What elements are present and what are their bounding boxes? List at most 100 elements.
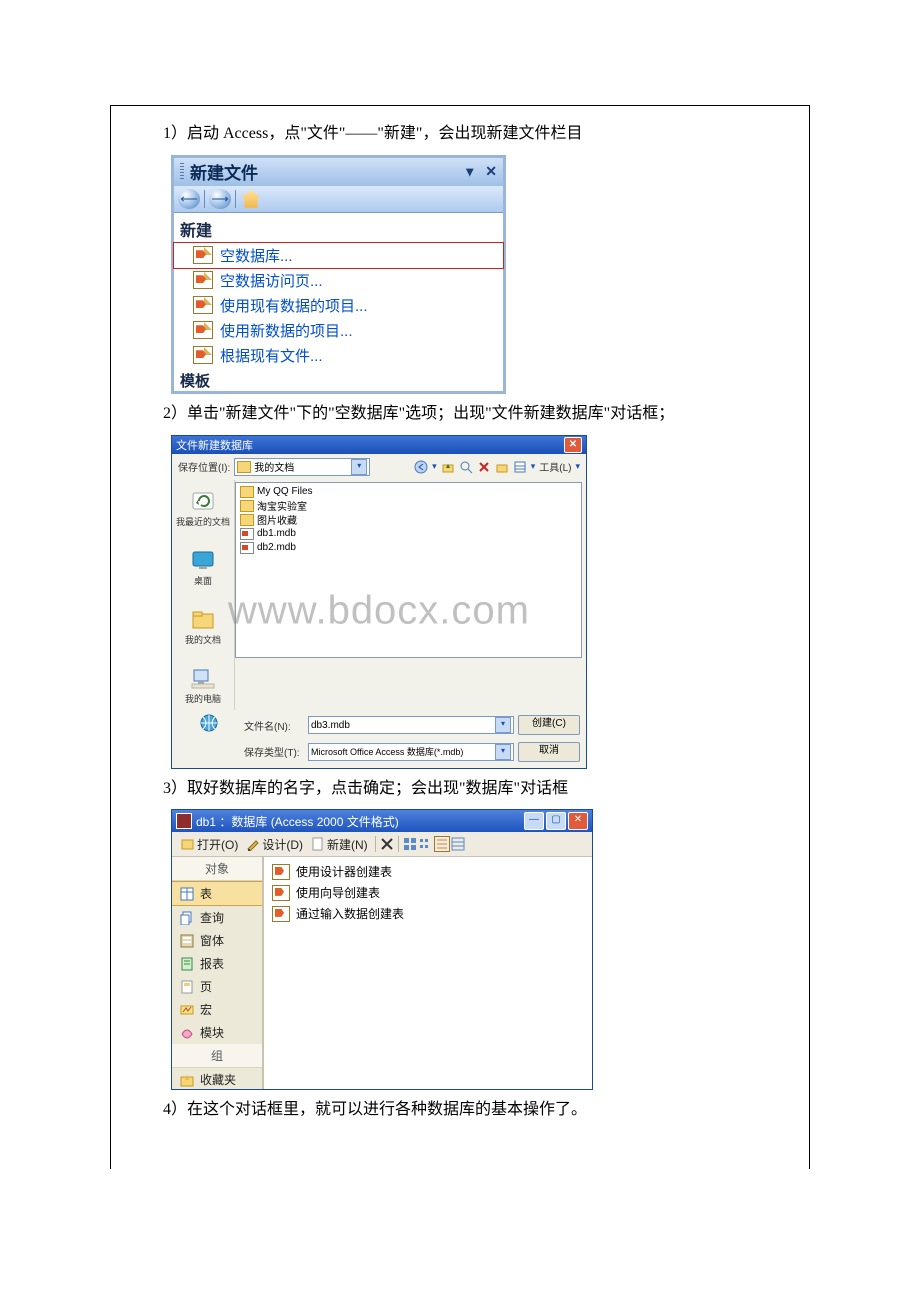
savetype-label: 保存类型(T): <box>244 744 304 759</box>
sidebar-item-favorites[interactable]: 收藏夹 <box>172 1068 262 1091</box>
favorites-icon <box>180 1073 194 1087</box>
list-icon[interactable] <box>435 837 449 851</box>
file-name: db1.mdb <box>257 528 296 539</box>
main-label: 使用向导创建表 <box>296 884 380 901</box>
design-button[interactable]: 设计(D) <box>243 836 306 853</box>
sidebar-item-queries[interactable]: 查询 <box>172 906 262 929</box>
delete-icon[interactable] <box>477 460 491 474</box>
sidebar-label: 报表 <box>200 955 224 972</box>
views-icon[interactable] <box>513 460 527 474</box>
item-from-file[interactable]: 根据现有文件... <box>174 343 503 368</box>
separator-icon <box>204 190 205 208</box>
item-blank-dap[interactable]: 空数据访问页... <box>174 268 503 293</box>
place-label: 桌面 <box>176 574 230 587</box>
minimize-icon[interactable]: — <box>524 812 544 830</box>
chevron-down-icon[interactable]: ▾ <box>495 717 511 733</box>
folder-icon <box>237 461 251 473</box>
new-doc-icon <box>194 272 212 288</box>
up-folder-icon[interactable] <box>441 460 455 474</box>
file-name: My QQ Files <box>257 486 313 497</box>
create-table-entering[interactable]: 通过输入数据创建表 <box>268 903 588 924</box>
file-list[interactable]: My QQ Files 淘宝实验室 图片收藏 db1.mdb db2.mdb <box>235 482 582 658</box>
small-icons-icon[interactable] <box>419 837 433 851</box>
place-mypc[interactable]: 我的电脑 <box>175 661 231 710</box>
home-icon[interactable] <box>240 189 262 209</box>
large-icons-icon[interactable] <box>403 837 417 851</box>
folder-icon <box>240 500 254 512</box>
delete-icon[interactable] <box>380 837 394 851</box>
table-icon <box>180 887 194 901</box>
sidebar-item-reports[interactable]: 报表 <box>172 952 262 975</box>
savetype-combo[interactable]: Microsoft Office Access 数据库(*.mdb) ▾ <box>308 743 514 761</box>
create-button[interactable]: 创建(C) <box>518 715 580 735</box>
chevron-down-icon[interactable]: ▾ <box>495 744 511 760</box>
new-folder-icon[interactable] <box>495 460 509 474</box>
step-1: 1）启动 Access，点"文件"——"新建"，会出现新建文件栏目 <box>131 120 789 149</box>
sidebar-label: 表 <box>200 885 212 902</box>
place-desktop[interactable]: 桌面 <box>175 543 231 592</box>
close-icon[interactable]: ✕ <box>485 163 497 180</box>
separator-icon <box>375 836 376 852</box>
create-table-designer[interactable]: 使用设计器创建表 <box>268 861 588 882</box>
page-icon <box>180 980 194 994</box>
sidebar-item-modules[interactable]: 模块 <box>172 1021 262 1044</box>
filename-input[interactable]: db3.mdb ▾ <box>308 716 514 734</box>
maximize-icon[interactable]: ▢ <box>546 812 566 830</box>
access-icon <box>176 813 192 829</box>
sidebar-head-groups: 组 <box>172 1044 262 1068</box>
place-label: 我的文档 <box>176 633 230 646</box>
design-icon <box>246 837 260 851</box>
file-mdb: db2.mdb <box>240 541 577 555</box>
sidebar-item-forms[interactable]: 窗体 <box>172 929 262 952</box>
shortcut-icon <box>272 906 290 922</box>
place-recent[interactable]: 我最近的文档 <box>175 484 231 533</box>
place-label: 我的电脑 <box>176 692 230 705</box>
file-mdb: db1.mdb <box>240 527 577 541</box>
sidebar-label: 页 <box>200 978 212 995</box>
new-button[interactable]: 新建(N) <box>308 836 371 853</box>
dbwin-title: db1 ：数据库 (Access 2000 文件格式) <box>196 813 399 830</box>
item-blank-db[interactable]: 空数据库... <box>174 243 503 268</box>
chevron-down-icon[interactable]: ▾ <box>351 459 367 475</box>
sidebar-item-macros[interactable]: 宏 <box>172 998 262 1021</box>
open-button[interactable]: 打开(O) <box>178 836 241 853</box>
shortcut-icon <box>272 864 290 880</box>
new-doc-icon <box>194 297 212 313</box>
search-icon[interactable] <box>459 460 473 474</box>
details-icon[interactable] <box>451 837 465 851</box>
sidebar-label: 收藏夹 <box>200 1071 236 1088</box>
item-project-existing[interactable]: 使用现有数据的项目... <box>174 293 503 318</box>
dialog-new-database-file: www.bdocx.com 文件新建数据库 ✕ 保存位置(I): 我的文档 ▾ … <box>171 435 587 769</box>
dialog-titlebar: 文件新建数据库 ✕ <box>172 436 586 454</box>
place-mydocs[interactable]: 我的文档 <box>175 602 231 651</box>
sidebar-item-pages[interactable]: 页 <box>172 975 262 998</box>
separator-icon <box>235 190 236 208</box>
sidebar-item-tables[interactable]: 表 <box>172 881 262 906</box>
cancel-button[interactable]: 取消 <box>518 742 580 762</box>
savetype-value: Microsoft Office Access 数据库(*.mdb) <box>311 745 492 758</box>
query-icon <box>180 911 194 925</box>
tools-menu[interactable]: 工具(L) <box>539 459 571 474</box>
back-icon[interactable] <box>414 460 428 474</box>
places-bar: 我最近的文档 桌面 我的文档 我的电脑 <box>172 480 235 710</box>
sidebar-label: 宏 <box>200 1001 212 1018</box>
filename-value: db3.mdb <box>311 720 492 731</box>
file-name: db2.mdb <box>257 542 296 553</box>
separator-icon <box>398 836 399 852</box>
place-network[interactable] <box>178 713 240 738</box>
step-4: 4）在这个对话框里，就可以进行各种数据库的基本操作了。 <box>131 1096 789 1125</box>
module-icon <box>180 1026 194 1040</box>
form-icon <box>180 934 194 948</box>
dialog-toolbar: 保存位置(I): 我的文档 ▾ ▾ ▾ 工具(L) ▾ <box>172 454 586 480</box>
close-icon[interactable]: ✕ <box>568 812 588 830</box>
close-icon[interactable]: ✕ <box>564 437 582 453</box>
create-table-wizard[interactable]: 使用向导创建表 <box>268 882 588 903</box>
back-icon[interactable]: ⟵ <box>178 189 200 209</box>
item-project-new[interactable]: 使用新数据的项目... <box>174 318 503 343</box>
dropdown-icon[interactable]: ▾ <box>466 163 473 180</box>
forward-icon[interactable]: ⟶ <box>209 189 231 209</box>
item-label: 使用新数据的项目... <box>220 320 353 341</box>
new-doc-icon <box>194 247 212 263</box>
save-in-combo[interactable]: 我的文档 ▾ <box>234 458 370 476</box>
section-templates: 模板 <box>174 368 503 391</box>
